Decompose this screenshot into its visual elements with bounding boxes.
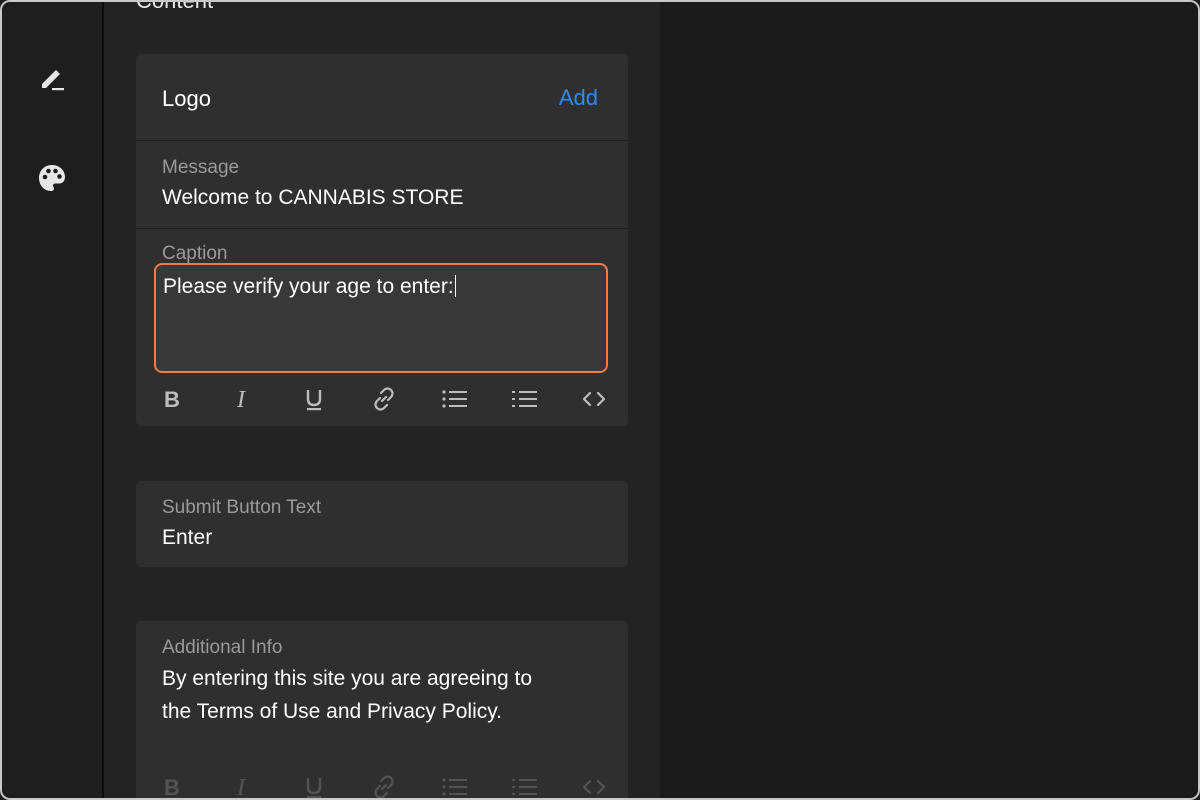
palette-icon[interactable] bbox=[36, 162, 68, 194]
code-icon[interactable] bbox=[580, 773, 608, 798]
italic-icon[interactable]: I bbox=[230, 385, 258, 413]
italic-icon[interactable]: I bbox=[230, 773, 258, 800]
add-logo-button[interactable]: Add bbox=[559, 85, 598, 111]
message-label: Message bbox=[162, 157, 240, 178]
section-title: Content bbox=[136, 0, 214, 13]
svg-text:B: B bbox=[164, 387, 180, 412]
text-caret bbox=[454, 275, 456, 297]
additional-info-line: the Terms of Use and Privacy Policy. bbox=[162, 700, 503, 723]
caption-formatting-toolbar: B I bbox=[156, 385, 618, 415]
caption-label: Caption bbox=[162, 243, 228, 264]
edit-pen-icon[interactable] bbox=[36, 62, 68, 94]
bulleted-list-icon[interactable] bbox=[440, 385, 468, 413]
underline-icon[interactable] bbox=[300, 773, 328, 798]
logo-row: Logo Add bbox=[136, 54, 628, 141]
content-settings-panel: Content Logo Add Message Welcome to CANN… bbox=[104, 2, 660, 798]
numbered-list-icon[interactable] bbox=[510, 385, 538, 413]
svg-text:I: I bbox=[236, 775, 246, 800]
content-card: Logo Add Message Welcome to CANNABIS STO… bbox=[136, 54, 628, 426]
caption-textarea[interactable]: Please verify your age to enter: bbox=[154, 263, 608, 373]
additional-info-formatting-toolbar: B I bbox=[156, 773, 618, 800]
additional-info-textarea[interactable]: By entering this site you are agreeing t… bbox=[162, 662, 532, 728]
bulleted-list-icon[interactable] bbox=[440, 773, 468, 798]
left-icon-rail bbox=[2, 2, 104, 798]
link-icon[interactable] bbox=[370, 773, 398, 798]
code-icon[interactable] bbox=[580, 385, 608, 413]
svg-text:I: I bbox=[236, 387, 246, 413]
caption-text: Please verify your age to enter: bbox=[163, 275, 456, 298]
submit-button-text-field[interactable]: Submit Button Text Enter bbox=[136, 481, 628, 567]
logo-label: Logo bbox=[162, 86, 211, 111]
numbered-list-icon[interactable] bbox=[510, 773, 538, 798]
svg-text:B: B bbox=[164, 775, 180, 800]
caption-field: Caption Please verify your age to enter:… bbox=[136, 229, 628, 426]
preview-area bbox=[660, 2, 1198, 798]
submit-button-text-label: Submit Button Text bbox=[162, 497, 322, 518]
link-icon[interactable] bbox=[370, 385, 398, 413]
additional-info-label: Additional Info bbox=[162, 637, 283, 658]
bold-icon[interactable]: B bbox=[160, 385, 188, 413]
additional-info-line: By entering this site you are agreeing t… bbox=[162, 667, 533, 690]
app-window: Content Logo Add Message Welcome to CANN… bbox=[0, 0, 1200, 800]
underline-icon[interactable] bbox=[300, 385, 328, 413]
additional-info-field: Additional Info By entering this site yo… bbox=[136, 621, 628, 800]
message-value[interactable]: Welcome to CANNABIS STORE bbox=[162, 186, 463, 210]
message-field[interactable]: Message Welcome to CANNABIS STORE bbox=[136, 141, 628, 229]
bold-icon[interactable]: B bbox=[160, 773, 188, 800]
submit-button-text-value[interactable]: Enter bbox=[162, 526, 212, 550]
